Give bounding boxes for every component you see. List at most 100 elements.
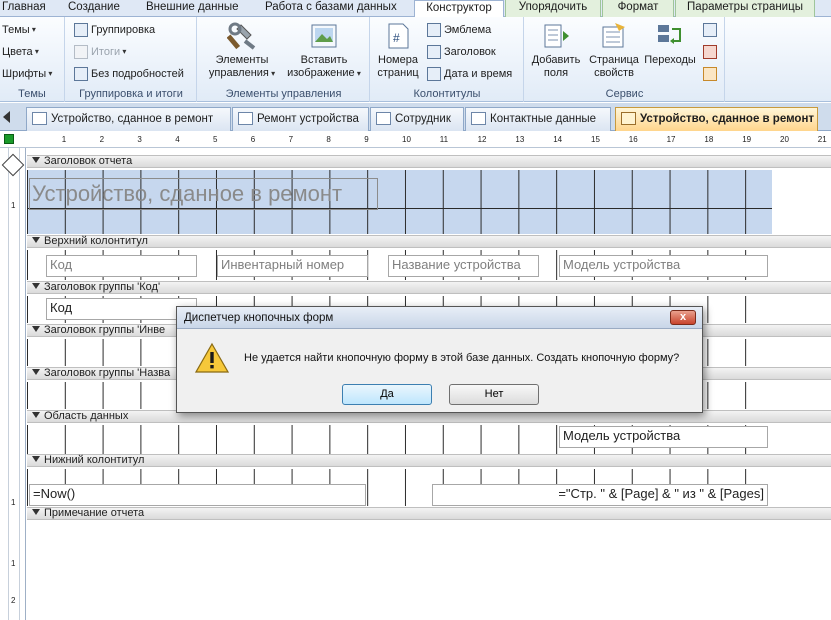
field-code[interactable]: Код	[46, 298, 197, 320]
ruler-tick: 20	[780, 135, 789, 144]
tool-small-3[interactable]	[703, 65, 720, 83]
themes-button[interactable]: Темы ▾	[2, 21, 36, 39]
tab-external-data[interactable]: Внешние данные	[146, 0, 244, 17]
doc-tab-device-report-1[interactable]: Устройство, сданное в ремонт	[26, 107, 231, 131]
no-button[interactable]: Нет	[449, 384, 539, 405]
doc-tab-label: Ремонт устройства	[257, 113, 359, 125]
section-bar-group-code[interactable]: Заголовок группы 'Код'	[27, 281, 831, 294]
vruler-tick: 1	[11, 498, 16, 507]
transitions-button[interactable]: Переходы	[643, 21, 697, 67]
section-label: Примечание отчета	[44, 507, 145, 519]
report-title-label[interactable]: Устройство, сданное в ремонт	[29, 178, 378, 210]
group-sort-button[interactable]: Группировка	[74, 21, 155, 39]
doc-tab-device-repair[interactable]: Ремонт устройства	[232, 107, 369, 131]
add-fields-label-2: поля	[543, 67, 569, 79]
tool-small-1[interactable]	[703, 21, 720, 39]
page-numbers-label-1: Номера	[378, 54, 418, 66]
tab-create[interactable]: Создание	[68, 0, 128, 17]
field-pages-expression[interactable]: ="Стр. " & [Page] & " из " & [Pages]	[432, 484, 768, 506]
label-device-model[interactable]: Модель устройства	[559, 255, 768, 277]
tab-design[interactable]: Конструктор	[414, 0, 504, 18]
tool-small-2[interactable]	[703, 43, 720, 61]
doc-tab-device-report-active[interactable]: Устройство, сданное в ремонт	[615, 107, 818, 131]
tab-format[interactable]: Формат	[602, 0, 674, 17]
label-inventory-number[interactable]: Инвентарный номер	[217, 255, 368, 277]
tab-home[interactable]: Главная	[2, 0, 46, 17]
insert-image-label-2: изображение	[287, 67, 355, 79]
vruler-tick: 1	[11, 201, 16, 210]
dialog-title: Диспетчер кнопочных форм	[184, 312, 334, 324]
fonts-label: Шрифты	[2, 68, 47, 80]
ruler-tick: 9	[364, 135, 369, 144]
group-label-themes: Темы	[18, 88, 46, 100]
warning-icon	[195, 342, 229, 373]
section-bar-report-header[interactable]: Заголовок отчета	[27, 155, 831, 168]
ruler-tick: 2	[99, 135, 105, 144]
doc-tab-label: Сотрудник	[395, 113, 451, 125]
hide-details-button[interactable]: Без подробностей	[74, 65, 184, 83]
controls-label-2: управления	[208, 67, 269, 79]
dialog-message: Не удается найти кнопочную форму в этой …	[244, 352, 680, 364]
title-icon	[427, 45, 441, 59]
logo-button[interactable]: Эмблема	[427, 21, 491, 39]
code-icon	[703, 45, 717, 59]
add-fields-button[interactable]: Добавить поля	[527, 21, 585, 80]
group-grouping: Группировка Итоги ▾ Без подробностей Гру…	[66, 17, 197, 102]
tab-order-icon	[703, 23, 717, 37]
section-bar-report-footer[interactable]: Примечание отчета	[27, 507, 831, 520]
tools-icon	[227, 22, 256, 50]
section-bar-page-header[interactable]: Верхний колонтитул	[27, 235, 831, 248]
transitions-label: Переходы	[644, 54, 696, 66]
field-now-expression[interactable]: =Now()	[29, 484, 366, 506]
dialog-title-bar[interactable]: Диспетчер кнопочных форм x	[177, 307, 702, 329]
sigma-icon	[74, 45, 88, 59]
tab-arrange[interactable]: Упорядочить	[505, 0, 601, 17]
close-button[interactable]: x	[670, 310, 696, 325]
yes-button[interactable]: Да	[342, 384, 432, 405]
page-numbers-label-2: страниц	[377, 67, 419, 79]
section-arrow-icon	[32, 412, 40, 418]
tab-page-setup[interactable]: Параметры страницы	[675, 0, 815, 17]
group-label-controls: Элементы управления	[225, 88, 342, 100]
datetime-button[interactable]: Дата и время	[427, 65, 512, 83]
property-sheet-button[interactable]: Страница свойств	[585, 21, 643, 80]
section-label: Заголовок группы 'Инве	[44, 324, 166, 336]
totals-button[interactable]: Итоги ▾	[74, 43, 126, 61]
doc-tab-label: Контактные данные	[490, 113, 597, 125]
label-code[interactable]: Код	[46, 255, 197, 277]
report-selector[interactable]	[4, 134, 14, 144]
ruler-tick: 17	[666, 135, 676, 144]
field-device-model[interactable]: Модель устройства	[559, 426, 768, 448]
ruler-tick: 10	[402, 135, 411, 144]
fonts-button[interactable]: Шрифты ▾	[2, 65, 52, 83]
transitions-icon	[658, 25, 681, 44]
scroll-left-arrow-icon[interactable]	[3, 111, 10, 123]
horizontal-ruler: 1 2 3 4 5 6 7 8 9 10 11 12 13 14 15 16 17 18 19 20 21	[0, 132, 831, 148]
report-icon	[471, 112, 486, 125]
section-selector[interactable]	[1, 153, 25, 177]
ruler-tick: 16	[628, 135, 638, 144]
dropdown-arrow-icon: ▾	[29, 25, 36, 34]
colors-button[interactable]: Цвета ▾	[2, 43, 39, 61]
convert-macros-icon	[703, 67, 717, 81]
ruler-tick: 5	[213, 135, 218, 144]
title-button[interactable]: Заголовок	[427, 43, 496, 61]
add-fields-icon	[544, 24, 569, 48]
doc-tab-contacts[interactable]: Контактные данные	[465, 107, 611, 131]
tab-database-tools[interactable]: Работа с базами данных	[265, 0, 401, 17]
document-tab-bar: Устройство, сданное в ремонт Ремонт устр…	[0, 103, 831, 131]
page-numbers-button[interactable]: # Номера страниц	[375, 21, 421, 80]
insert-image-button[interactable]: Вставить изображение ▾	[280, 21, 368, 80]
picture-icon	[311, 24, 337, 48]
label-device-name[interactable]: Название устройства	[388, 255, 539, 277]
group-sort-icon	[74, 23, 88, 37]
section-bar-page-footer[interactable]: Нижний колонтитул	[27, 454, 831, 467]
section-label: Область данных	[44, 410, 129, 422]
dropdown-arrow-icon: ▾	[120, 47, 127, 56]
doc-tab-employee[interactable]: Сотрудник	[370, 107, 464, 131]
controls-button[interactable]: Элементы управления ▾	[204, 21, 280, 80]
page-number-icon: #	[388, 23, 409, 49]
ruler-tick: 12	[477, 135, 487, 144]
insert-image-label-1: Вставить	[300, 54, 348, 66]
ruler-tick: 1	[61, 135, 67, 144]
